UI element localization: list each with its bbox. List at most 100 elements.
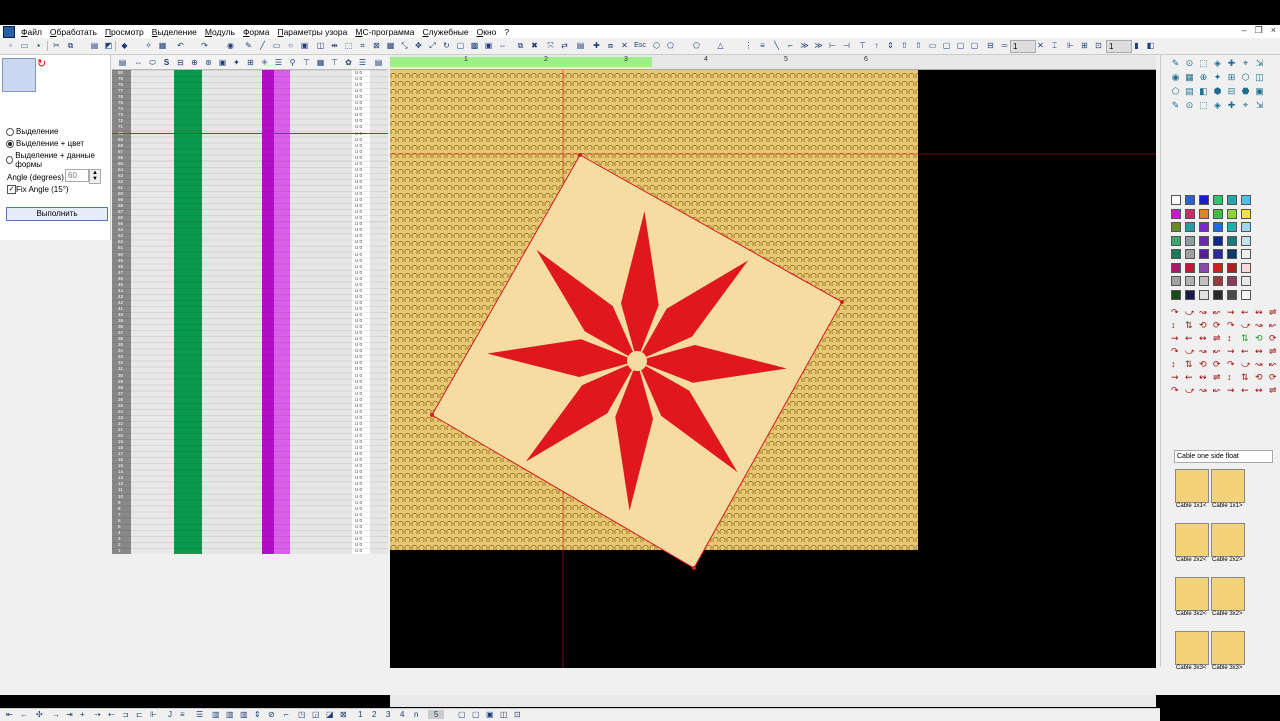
undo-icon[interactable]: ↶ [176,41,185,50]
color-swatch[interactable] [1227,208,1237,219]
color-swatch[interactable] [1185,208,1195,219]
toolbar-field-1[interactable]: 1 [1010,40,1036,53]
rectangle-icon[interactable]: ▭ [272,41,281,50]
prev-icon[interactable]: ← [20,710,28,719]
stitch-symbol-icon[interactable]: ↜ [1213,385,1221,396]
radio-dot-selected[interactable] [6,139,14,148]
stretch-icon[interactable]: ⇔ [498,41,507,50]
tool-icon[interactable]: ⊟ [1227,87,1236,96]
radio-dot[interactable] [6,127,14,136]
stitch-symbol-icon[interactable]: ⇅ [1185,359,1193,370]
page-5[interactable]: 5 [428,710,445,719]
bracket-icon[interactable]: ⊐ [122,710,129,719]
radio-selection-data[interactable]: Выделение + данные формы [6,151,110,169]
fill-icon[interactable]: ▣ [300,41,309,50]
stitch-symbol-icon[interactable]: ⇜ [1241,346,1249,357]
tool-icon[interactable]: ◧ [1199,87,1208,96]
box3-icon[interactable]: ▢ [956,41,965,50]
radio-selection[interactable]: Выделение [6,127,58,136]
stitch-symbol-icon[interactable]: ⇜ [1241,385,1249,396]
frame2-icon[interactable]: ▢ [472,710,480,719]
color-swatch[interactable] [1227,289,1237,300]
color-swatch[interactable] [1171,222,1181,232]
color-swatch[interactable] [1185,222,1195,232]
stitch-symbol-icon[interactable]: ↭ [1255,307,1263,318]
book2-icon[interactable]: ▥ [226,710,234,719]
tool-icon[interactable]: ▦ [1185,73,1194,82]
minimize-icon[interactable]: – [1242,25,1247,36]
cross-icon[interactable]: ✣ [36,710,43,719]
tool-icon[interactable]: ◈ [1213,59,1222,68]
stitch-symbol-icon[interactable]: ⤻ [1185,307,1195,318]
frame-icon[interactable]: ▢ [456,41,465,50]
tool-icon[interactable]: ⬡ [1241,73,1250,82]
stitch-symbol-icon[interactable]: ↷ [1171,385,1179,396]
cable-3x2-right[interactable] [1211,577,1245,611]
color-swatch[interactable] [1185,289,1195,300]
brackets-icon[interactable]: ⌶ [1050,41,1059,50]
stitch-symbol-icon[interactable]: ⟳ [1269,372,1277,383]
library-dropdown[interactable]: Cable one side float [1174,450,1273,463]
stitch-symbol-icon[interactable]: ↜ [1213,307,1221,318]
menu-module[interactable]: Модуль [201,27,239,37]
stitch-symbol-icon[interactable]: ↜ [1269,320,1277,331]
col-header-icon[interactable]: ▣ [218,58,227,67]
zigzag-icon[interactable]: ≫ [800,41,809,50]
color-swatch[interactable] [1199,235,1209,246]
color-swatch[interactable] [1199,249,1209,259]
horizontal-scrollbar[interactable] [390,695,1156,707]
color-swatch[interactable] [1199,222,1209,232]
page-n[interactable]: n [414,710,418,719]
stitch-symbol-icon[interactable]: ↭ [1255,346,1263,357]
dash-icon[interactable]: ⊟ [986,41,995,50]
color-swatch[interactable] [1213,276,1223,286]
stitch-symbol-icon[interactable]: ⇌ [1213,372,1221,383]
rotate-icon[interactable]: ↻ [37,57,46,70]
stitch-symbol-icon[interactable]: ⇝ [1227,346,1235,357]
color-swatch[interactable] [1213,262,1223,273]
stitch-symbol-icon[interactable]: ↕ [1171,320,1176,330]
tool-icon[interactable]: ◈ [1213,101,1222,110]
ellipse-icon[interactable]: ○ [286,41,295,50]
color-swatch[interactable] [1185,276,1195,286]
color-swatch[interactable] [1213,249,1223,259]
page-3[interactable]: 3 [386,710,390,719]
lines-icon[interactable]: ≡ [180,710,185,719]
width-icon[interactable]: ⇹ [330,41,339,50]
color-swatch[interactable] [1241,249,1251,259]
copy-icon[interactable]: ⧉ [66,41,75,50]
j-icon[interactable]: J [168,710,172,719]
fix-angle-checkbox[interactable]: ✓ [7,185,16,194]
color-swatch[interactable] [1241,222,1251,232]
line-icon[interactable]: ╱ [258,41,267,50]
eraser-icon[interactable]: ◩ [104,41,113,50]
restore-icon[interactable]: ❐ [1255,25,1263,36]
shape3-icon[interactable]: ◲ [312,710,320,719]
col-header-icon[interactable]: ✳ [260,58,269,67]
tool-icon[interactable]: ⊙ [1185,101,1194,110]
diagonal-icon[interactable]: ╲ [772,41,781,50]
color-swatch[interactable] [1171,195,1181,205]
frame4-icon[interactable]: ◫ [500,710,508,719]
color-swatch[interactable] [1171,276,1181,286]
radio-dot[interactable] [6,156,14,164]
col-header-icon[interactable]: ✿ [344,58,353,67]
grid-icon[interactable]: ▦ [158,41,167,50]
stitch-symbol-icon[interactable]: ⟲ [1255,333,1263,344]
stitch-symbol-icon[interactable]: ↜ [1269,359,1277,370]
tool-icon[interactable]: ⌖ [1241,101,1250,110]
equals-icon[interactable]: ☰ [196,710,203,719]
new-file-icon[interactable]: ▫ [6,41,15,50]
grid-select-icon[interactable]: ▦ [386,41,395,50]
color-swatch[interactable] [1213,195,1223,205]
next-icon[interactable]: → [52,710,60,719]
color-swatch[interactable] [1227,262,1237,273]
stitch-symbol-icon[interactable]: ⇌ [1213,333,1221,344]
save-icon[interactable]: ▪ [34,41,43,50]
color-swatch[interactable] [1213,208,1223,219]
up-icon[interactable]: ↑ [872,41,881,50]
tool-icon[interactable]: ✚ [1227,59,1236,68]
menu-window[interactable]: Окно [473,27,501,37]
x-icon[interactable]: ✕ [1036,41,1045,50]
stitch-symbol-icon[interactable]: ⤻ [1241,359,1251,370]
